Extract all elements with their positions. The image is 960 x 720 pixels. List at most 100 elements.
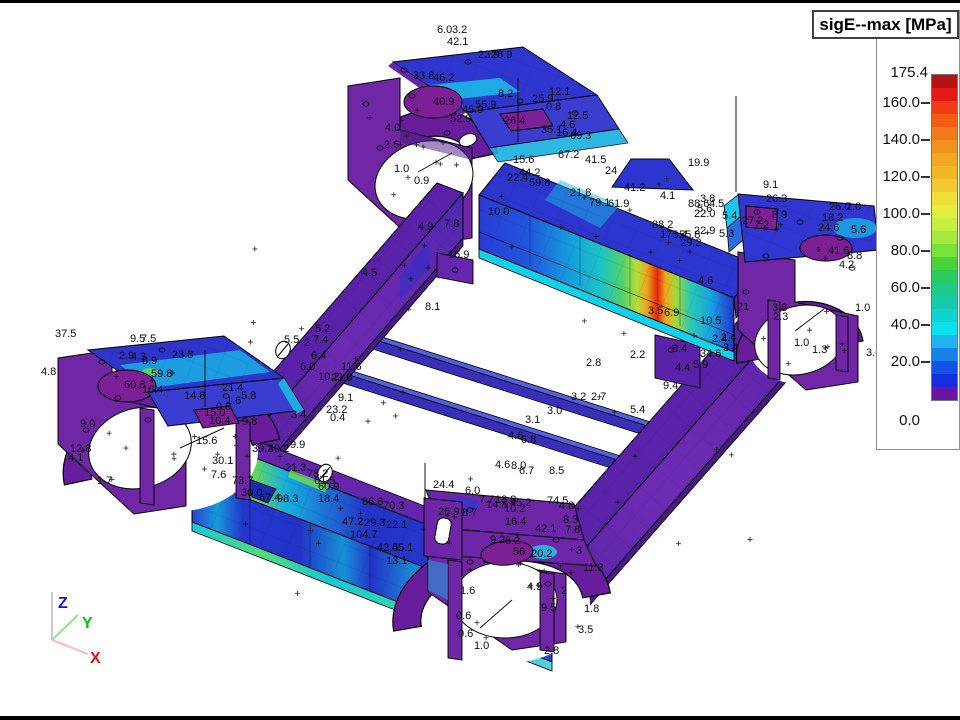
stress-value-label: 0.8 bbox=[546, 101, 561, 113]
stress-value-label: 3 bbox=[576, 545, 582, 557]
stress-value-label: 5.4 bbox=[722, 210, 737, 222]
stress-value-label: 7.4 bbox=[313, 334, 328, 346]
stress-value-label: 104.7 bbox=[350, 529, 378, 541]
stress-value-label: 20.2 bbox=[531, 548, 552, 560]
stress-value-label: 4.6 bbox=[495, 459, 510, 471]
stress-value-label: 2.4 bbox=[712, 333, 727, 345]
stress-value-label: 40.9 bbox=[433, 96, 454, 108]
stress-value-label: 2.8 bbox=[544, 645, 559, 657]
stress-value-label: 59.8 bbox=[151, 368, 172, 380]
legend-tick-mark bbox=[921, 102, 930, 104]
stress-value-label: 67.2 bbox=[558, 149, 579, 161]
stress-value-label: 41.5 bbox=[585, 154, 606, 166]
stress-value-label: 28.9 bbox=[491, 49, 512, 61]
stress-value-label: 8.9 bbox=[142, 355, 157, 367]
stress-value-label: 6.7 bbox=[519, 465, 534, 477]
stress-value-label: 5.6 bbox=[851, 224, 866, 236]
stress-value-label: 4.4 bbox=[675, 362, 690, 374]
stress-value-label: 7.8 bbox=[444, 218, 459, 230]
stress-value-label: 33.8 bbox=[413, 70, 434, 82]
stress-value-label: 26.9 bbox=[438, 506, 459, 518]
stress-value-label: 10.2 bbox=[504, 503, 525, 515]
stress-value-label: 52.9 bbox=[450, 113, 471, 125]
stress-value-label: 1.0 bbox=[855, 302, 870, 314]
legend-colorbar bbox=[931, 74, 958, 401]
stress-value-label: 6.0 bbox=[465, 485, 480, 497]
viewport-3d[interactable]: 6.03.242.123.928.933.846.240.945.955.952… bbox=[0, 0, 960, 720]
legend-tick-mark bbox=[921, 176, 930, 178]
stress-value-label: 16.9 bbox=[448, 249, 469, 261]
stress-value-label: 7.2 bbox=[754, 219, 769, 231]
stress-value-label: 4.0 bbox=[385, 122, 400, 134]
stress-value-label: 55.9 bbox=[475, 99, 496, 111]
stress-value-label: 7.8 bbox=[565, 524, 580, 536]
stress-value-label: 10.0 bbox=[488, 206, 509, 218]
stress-value-label: 8.1 bbox=[425, 301, 440, 313]
stress-value-label: 6.9 bbox=[664, 307, 679, 319]
stress-value-label: 4.9 bbox=[527, 581, 542, 593]
stress-value-label: 13.1 bbox=[386, 555, 407, 567]
x-axis-label: X bbox=[90, 650, 101, 667]
axis-triad: Z Y X bbox=[20, 580, 140, 690]
stress-value-label: 24.6 bbox=[818, 222, 839, 234]
stress-value-label: 9.9 bbox=[290, 439, 305, 451]
stress-value-label: 4.6 bbox=[560, 119, 575, 131]
stress-value-label: 30.1 bbox=[212, 455, 233, 467]
stress-value-label: 2.7 bbox=[591, 391, 606, 403]
stress-value-label: 21 bbox=[737, 301, 749, 313]
legend-tick-mark bbox=[921, 287, 930, 289]
legend-tick-label: 80.0 bbox=[850, 242, 920, 259]
stress-value-label: 3.4 bbox=[291, 409, 306, 421]
stress-value-label: 41.2 bbox=[624, 182, 645, 194]
stress-value-label: 4.2 bbox=[839, 259, 854, 271]
stress-value-label: 45.1 bbox=[392, 542, 413, 554]
stress-value-label: 8.5 bbox=[549, 465, 564, 477]
stress-value-label: 8.4 bbox=[672, 343, 687, 355]
z-axis-label: Z bbox=[58, 595, 68, 612]
stress-value-label: 19.9 bbox=[688, 157, 709, 169]
stress-value-label: 5.3 bbox=[719, 228, 734, 240]
stress-value-label: 73.7 bbox=[232, 475, 253, 487]
stress-value-label: 1.0 bbox=[474, 640, 489, 652]
stress-value-label: 24.4 bbox=[433, 479, 454, 491]
stress-value-label: 56 bbox=[513, 546, 525, 558]
stress-value-label: 22.4 bbox=[507, 172, 528, 184]
stress-value-label: 9.4 bbox=[663, 380, 678, 392]
stress-value-label: 11.6 bbox=[341, 361, 362, 373]
legend-tick-label: 100.0 bbox=[850, 205, 920, 222]
legend-tick-label: 160.0 bbox=[850, 94, 920, 111]
stress-value-label: 7.5 bbox=[141, 333, 156, 345]
stress-value-label: 9.1 bbox=[338, 392, 353, 404]
stress-value-label: 5.4 bbox=[630, 404, 645, 416]
legend-tick-label: 140.0 bbox=[850, 131, 920, 148]
stress-value-label: 22.1 bbox=[386, 519, 407, 531]
stress-value-label: 61.9 bbox=[608, 198, 629, 210]
stress-value-label: 0.6 bbox=[456, 610, 471, 622]
stress-value-label: 4.5 bbox=[362, 267, 377, 279]
y-axis-line bbox=[52, 615, 78, 640]
stress-value-label: 6.8 bbox=[521, 434, 536, 446]
stress-value-label: 10.4 bbox=[209, 415, 230, 427]
stress-value-label: 0.9 bbox=[414, 175, 429, 187]
stress-value-label: 1.0 bbox=[794, 337, 809, 349]
stress-value-label: 2 bbox=[304, 337, 310, 349]
stress-value-label: 16.4 bbox=[505, 516, 526, 528]
stress-value-label: 4.6 bbox=[698, 275, 713, 287]
stress-value-label: 8.9 bbox=[772, 209, 787, 221]
stress-value-label: 42.1 bbox=[535, 523, 556, 535]
stress-value-label: 22.0 bbox=[694, 208, 715, 220]
stress-value-label: 70.3 bbox=[383, 500, 404, 512]
stress-value-label: 5.8 bbox=[241, 390, 256, 402]
stress-value-label: 3.1 bbox=[525, 414, 540, 426]
legend-tick-mark bbox=[921, 324, 930, 326]
x-axis-line bbox=[52, 640, 88, 654]
stress-value-label: 29.2 bbox=[680, 237, 701, 249]
stress-value-label: 4.8 bbox=[559, 500, 574, 512]
beam-cross-upper bbox=[479, 163, 762, 361]
stress-value-label: 4.9 bbox=[418, 221, 433, 233]
legend-tick-label: 20.0 bbox=[850, 353, 920, 370]
stress-value-label: 15.6 bbox=[196, 435, 217, 447]
stress-value-label: 47.2 bbox=[342, 516, 363, 528]
stress-value-label: 8.2 bbox=[498, 88, 513, 100]
stress-value-label: 1.6 bbox=[460, 585, 475, 597]
